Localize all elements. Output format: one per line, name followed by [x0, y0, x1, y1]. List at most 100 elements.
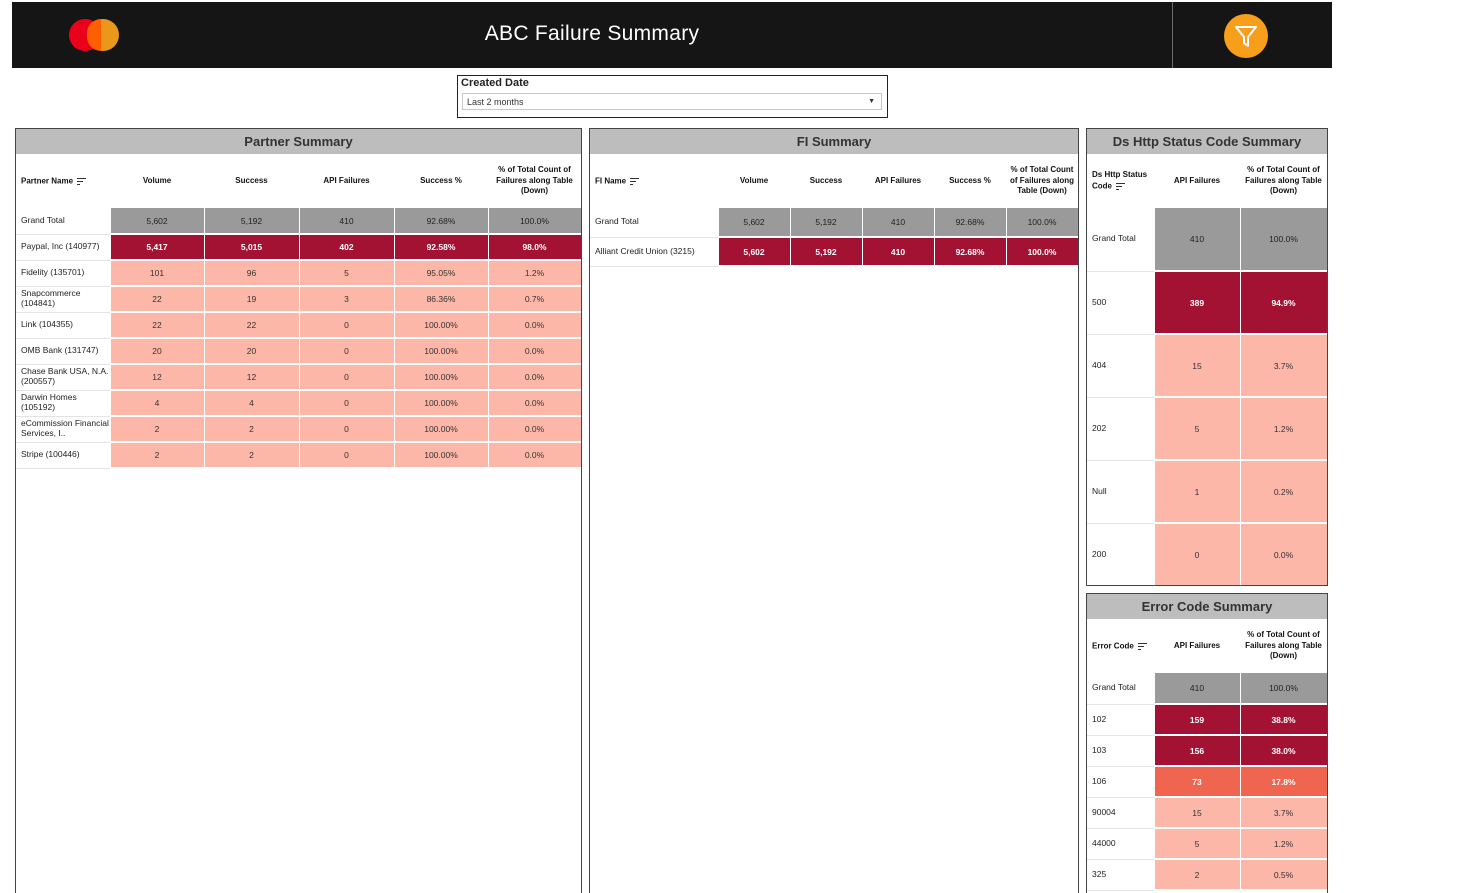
table-row[interactable]: 202 5 1.2%: [1087, 397, 1327, 461]
table-row[interactable]: 102 159 38.8%: [1087, 704, 1327, 736]
error-code-summary-panel: Error Code Summary Error Code API Failure…: [1086, 593, 1328, 893]
row-label: 103: [1087, 735, 1155, 767]
column-header: Volume: [142, 175, 172, 185]
sort-icon[interactable]: [630, 176, 640, 187]
column-header: % of Total Count of Failures along Table…: [1245, 165, 1322, 196]
table-cell: 0.0%: [488, 338, 581, 365]
column-header: Success %: [949, 175, 991, 185]
table-cell: 12: [204, 364, 300, 391]
table-cell: 96: [204, 260, 300, 287]
table-row[interactable]: 103 156 38.0%: [1087, 735, 1327, 767]
error-code-summary-table: Error Code API Failures % of Total Count o…: [1087, 619, 1327, 891]
table-cell: 1: [1154, 460, 1241, 524]
column-header: % of Total Count of Failures along Table…: [1245, 630, 1322, 661]
grand-total-row[interactable]: Grand Total 410 100.0%: [1087, 208, 1327, 272]
table-cell: 17.8%: [1240, 766, 1327, 798]
grand-total-row[interactable]: Grand Total 5,602 5,192 410 92.68% 100.0%: [590, 208, 1078, 238]
table-cell: 92.68%: [934, 237, 1007, 267]
column-header: % of Total Count of Failures along Table…: [496, 165, 573, 196]
column-header[interactable]: Partner Name: [16, 154, 110, 208]
table-row[interactable]: 500 389 94.9%: [1087, 271, 1327, 335]
table-cell: 15: [1154, 334, 1241, 398]
table-cell: 100.0%: [1240, 208, 1327, 272]
row-label: Darwin Homes (105192): [16, 390, 111, 417]
column-header[interactable]: Ds Http Status Code: [1087, 154, 1154, 208]
table-row[interactable]: Chase Bank USA, N.A. (200557) 12 12 0 100.00…: [16, 364, 581, 391]
row-label: 202: [1087, 397, 1155, 461]
table-cell: 402: [299, 234, 395, 261]
table-cell: 100.00%: [394, 442, 489, 469]
row-label: Grand Total: [590, 208, 719, 238]
table-row[interactable]: eCommission Financial Services, I.. 2 2 0 10…: [16, 416, 581, 443]
column-header[interactable]: Error Code: [1087, 619, 1154, 673]
table-row[interactable]: Fidelity (135701) 101 96 5 95.05% 1.2%: [16, 260, 581, 287]
table-cell: 86.36%: [394, 286, 489, 313]
table-cell: 100.00%: [394, 312, 489, 339]
table-cell: 2: [110, 416, 205, 443]
column-header: API Failures: [874, 175, 922, 185]
sort-icon[interactable]: [1137, 641, 1147, 652]
table-row[interactable]: 106 73 17.8%: [1087, 766, 1327, 798]
created-date-dropdown[interactable]: Last 2 months ▼: [462, 93, 882, 110]
table-cell: 22: [204, 312, 300, 339]
table-cell: 12: [110, 364, 205, 391]
table-cell: 0: [299, 364, 395, 391]
table-cell: 0.0%: [488, 442, 581, 469]
table-row[interactable]: 200 0 0.0%: [1087, 523, 1327, 585]
column-header[interactable]: FI Name: [590, 154, 718, 208]
created-date-value: Last 2 months: [467, 97, 524, 107]
table-row[interactable]: 404 15 3.7%: [1087, 334, 1327, 398]
table-row[interactable]: Null 1 0.2%: [1087, 460, 1327, 524]
table-cell: 0: [299, 442, 395, 469]
row-label: 404: [1087, 334, 1155, 398]
created-date-filter: Created Date Last 2 months ▼: [457, 75, 888, 118]
table-cell: 101: [110, 260, 205, 287]
table-cell: 5,417: [110, 234, 205, 261]
table-row[interactable]: Alliant Credit Union (3215) 5,602 5,192 410…: [590, 237, 1078, 267]
show-filter-button[interactable]: [1224, 14, 1268, 58]
table-cell: 0.0%: [488, 364, 581, 391]
table-cell: 1.2%: [488, 260, 581, 287]
row-label: 90004: [1087, 797, 1155, 829]
table-row[interactable]: Snapcommerce (104841) 22 19 3 86.36% 0.7%: [16, 286, 581, 313]
table-cell: 94.9%: [1240, 271, 1327, 335]
table-cell: 100.00%: [394, 390, 489, 417]
table-row[interactable]: Stripe (100446) 2 2 0 100.00% 0.0%: [16, 442, 581, 469]
row-label: Paypal, Inc (140977): [16, 234, 111, 261]
table-cell: 1.2%: [1240, 397, 1327, 461]
table-row[interactable]: 90004 15 3.7%: [1087, 797, 1327, 829]
http-status-summary-panel: Ds Http Status Code Summary Ds Http Stat…: [1086, 128, 1328, 586]
table-cell: 410: [1154, 208, 1241, 272]
table-cell: 73: [1154, 766, 1241, 798]
chevron-down-icon: ▼: [868, 98, 875, 105]
sort-icon[interactable]: [1116, 181, 1125, 192]
table-row[interactable]: OMB Bank (131747) 20 20 0 100.00% 0.0%: [16, 338, 581, 365]
table-cell: 92.68%: [394, 208, 489, 235]
table-row[interactable]: Paypal, Inc (140977) 5,417 5,015 402 92.58% 9…: [16, 234, 581, 261]
table-cell: 5,192: [790, 208, 863, 238]
table-cell: 4: [110, 390, 205, 417]
grand-total-row[interactable]: Grand Total 410 100.0%: [1087, 673, 1327, 705]
table-cell: 410: [1154, 673, 1241, 705]
table-cell: 100.0%: [1240, 673, 1327, 705]
fi-summary-table: FI Name Volume Success API Failures Success …: [590, 154, 1078, 267]
table-cell: 19: [204, 286, 300, 313]
row-label: Grand Total: [1087, 673, 1155, 705]
table-cell: 100.0%: [1006, 208, 1078, 238]
table-cell: 5,192: [204, 208, 300, 235]
table-row[interactable]: Darwin Homes (105192) 4 4 0 100.00% 0.0%: [16, 390, 581, 417]
column-header: % of Total Count of Failures along Table…: [1009, 165, 1074, 196]
table-cell: 92.68%: [934, 208, 1007, 238]
sort-icon[interactable]: [77, 176, 87, 187]
table-cell: 100.00%: [394, 338, 489, 365]
grand-total-row[interactable]: Grand Total 5,602 5,192 410 92.68% 100.0%: [16, 208, 581, 235]
table-cell: 98.0%: [488, 234, 581, 261]
table-cell: 5: [1154, 397, 1241, 461]
table-row[interactable]: 325 2 0.5%: [1087, 859, 1327, 891]
table-row[interactable]: 44000 5 1.2%: [1087, 828, 1327, 860]
table-cell: 95.05%: [394, 260, 489, 287]
table-cell: 410: [862, 237, 935, 267]
table-row[interactable]: Link (104355) 22 22 0 100.00% 0.0%: [16, 312, 581, 339]
table-cell: 5,602: [110, 208, 205, 235]
table-cell: 4: [204, 390, 300, 417]
